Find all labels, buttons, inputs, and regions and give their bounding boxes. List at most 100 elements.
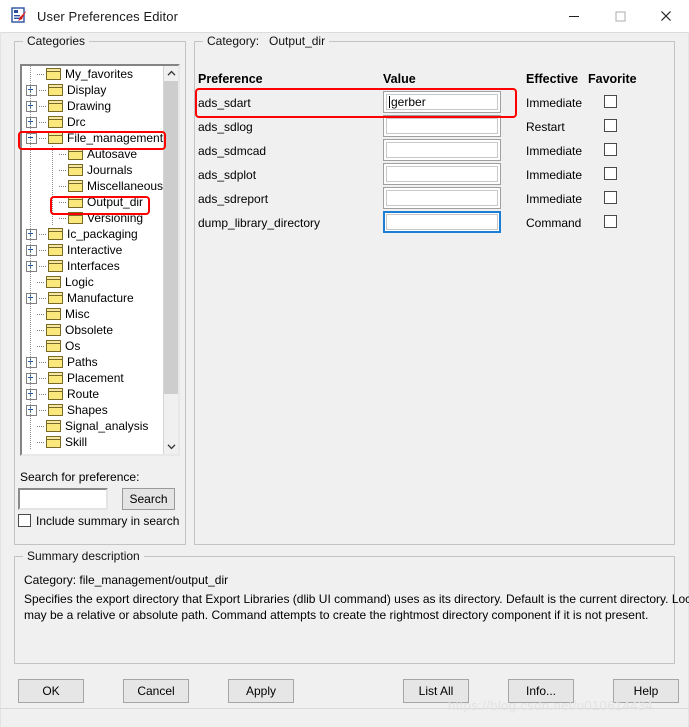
maximize-button[interactable] <box>597 0 643 32</box>
tree-item-skill[interactable]: Skill <box>22 434 163 450</box>
favorite-checkbox-ads_sdmcad[interactable] <box>604 143 617 156</box>
favorite-checkbox-ads_sdplot[interactable] <box>604 167 617 180</box>
tree-item-ic_packaging[interactable]: Ic_packaging <box>22 226 163 242</box>
tree-item-signal_analysis[interactable]: Signal_analysis <box>22 418 163 434</box>
tree-item-label: Obsolete <box>65 324 113 337</box>
favorite-checkbox-ads_sdlog[interactable] <box>604 119 617 132</box>
tree-item-versioning[interactable]: Versioning <box>22 210 163 226</box>
tree-item-misc[interactable]: Misc <box>22 306 163 322</box>
window-controls <box>551 0 689 32</box>
value-input-inner <box>386 214 498 230</box>
tree-item-my_favorites[interactable]: My_favorites <box>22 66 163 82</box>
categories-tree[interactable]: My_favoritesDisplay DrawingDrcFile_manage… <box>20 64 180 456</box>
folder-icon <box>68 148 84 161</box>
folder-icon <box>68 180 84 193</box>
effective-ads_sdart: Immediate <box>526 96 582 110</box>
tree-connector <box>37 330 45 331</box>
categories-tree-items: My_favoritesDisplay DrawingDrcFile_manage… <box>22 66 163 454</box>
folder-icon <box>68 196 84 209</box>
tree-item-journals[interactable]: Journals <box>22 162 163 178</box>
tree-item-os[interactable]: Os <box>22 338 163 354</box>
tree-item-label: Autosave <box>87 148 137 161</box>
tree-item-manufacture[interactable]: Manufacture <box>22 290 163 306</box>
window-title: User Preferences Editor <box>37 9 178 24</box>
scroll-down-arrow-icon[interactable] <box>164 439 179 454</box>
folder-icon <box>68 212 84 225</box>
tree-item-output_dir[interactable]: Output_dir <box>22 194 163 210</box>
expand-plus-icon[interactable] <box>26 373 37 384</box>
tree-item-shapes[interactable]: Shapes <box>22 402 163 418</box>
category-legend: Category: Output_dir <box>203 34 329 48</box>
close-button[interactable] <box>643 0 689 32</box>
column-header-preference: Preference <box>198 72 263 86</box>
value-input-ads_sdart[interactable]: gerber <box>383 91 501 113</box>
tree-item-label: Paths <box>67 356 98 369</box>
cancel-button[interactable]: Cancel <box>123 679 189 703</box>
tree-item-label: Misc <box>65 308 90 321</box>
tree-item-drawing[interactable]: Drawing <box>22 98 163 114</box>
tree-item-display[interactable]: Display <box>22 82 163 98</box>
expand-plus-icon[interactable] <box>26 85 37 96</box>
expand-plus-icon[interactable] <box>26 245 37 256</box>
text-cursor <box>389 96 390 108</box>
scrollbar-track[interactable] <box>164 394 179 439</box>
tree-connector <box>39 362 47 363</box>
tree-connector <box>59 218 67 219</box>
include-summary-checkbox[interactable] <box>18 514 31 527</box>
tree-connector <box>39 234 47 235</box>
folder-icon <box>48 388 64 401</box>
favorite-checkbox-ads_sdreport[interactable] <box>604 191 617 204</box>
expand-plus-icon[interactable] <box>26 405 37 416</box>
favorite-checkbox-ads_sdart[interactable] <box>604 95 617 108</box>
tree-item-drc[interactable]: Drc <box>22 114 163 130</box>
tree-item-label: Ic_packaging <box>67 228 138 241</box>
tree-connector <box>59 202 67 203</box>
tree-item-autosave[interactable]: Autosave <box>22 146 163 162</box>
tree-item-label: Drawing <box>67 100 111 113</box>
tree-item-label: Route <box>67 388 99 401</box>
search-input[interactable] <box>18 488 108 510</box>
tree-connector <box>39 266 47 267</box>
tree-connector <box>37 442 45 443</box>
apply-button[interactable]: Apply <box>228 679 294 703</box>
tree-item-file_management[interactable]: File_management <box>22 130 163 146</box>
tree-connector <box>37 74 45 75</box>
tree-item-logic[interactable]: Logic <box>22 274 163 290</box>
tree-connector <box>37 314 45 315</box>
folder-icon <box>46 340 62 353</box>
categories-tree-scrollbar[interactable] <box>163 66 178 454</box>
value-input-ads_sdmcad[interactable] <box>383 139 501 161</box>
collapse-minus-icon[interactable] <box>26 133 37 144</box>
tree-item-placement[interactable]: Placement <box>22 370 163 386</box>
tree-item-route[interactable]: Route <box>22 386 163 402</box>
expand-plus-icon[interactable] <box>26 117 37 128</box>
folder-icon <box>46 308 62 321</box>
value-input-ads_sdlog[interactable] <box>383 115 501 137</box>
tree-item-interfaces[interactable]: Interfaces <box>22 258 163 274</box>
value-input-inner <box>386 166 498 182</box>
preference-name-ads_sdreport: ads_sdreport <box>198 192 268 206</box>
search-button[interactable]: Search <box>122 488 175 510</box>
value-input-ads_sdplot[interactable] <box>383 163 501 185</box>
folder-icon <box>46 68 62 81</box>
tree-item-obsolete[interactable]: Obsolete <box>22 322 163 338</box>
tree-item-label: Signal_analysis <box>65 420 148 433</box>
expand-plus-icon[interactable] <box>26 293 37 304</box>
tree-connector <box>37 426 45 427</box>
ok-button[interactable]: OK <box>18 679 84 703</box>
expand-plus-icon[interactable] <box>26 101 37 112</box>
value-input-dump_library_directory[interactable] <box>383 211 501 233</box>
value-input-ads_sdreport[interactable] <box>383 187 501 209</box>
tree-item-miscellaneous[interactable]: Miscellaneous <box>22 178 163 194</box>
scroll-up-arrow-icon[interactable] <box>164 66 179 81</box>
expand-plus-icon[interactable] <box>26 389 37 400</box>
minimize-button[interactable] <box>551 0 597 32</box>
expand-plus-icon[interactable] <box>26 261 37 272</box>
scrollbar-thumb[interactable] <box>164 81 179 394</box>
expand-plus-icon[interactable] <box>26 357 37 368</box>
favorite-checkbox-dump_library_directory[interactable] <box>604 215 617 228</box>
folder-icon <box>48 84 64 97</box>
tree-item-interactive[interactable]: Interactive <box>22 242 163 258</box>
tree-item-paths[interactable]: Paths <box>22 354 163 370</box>
expand-plus-icon[interactable] <box>26 229 37 240</box>
